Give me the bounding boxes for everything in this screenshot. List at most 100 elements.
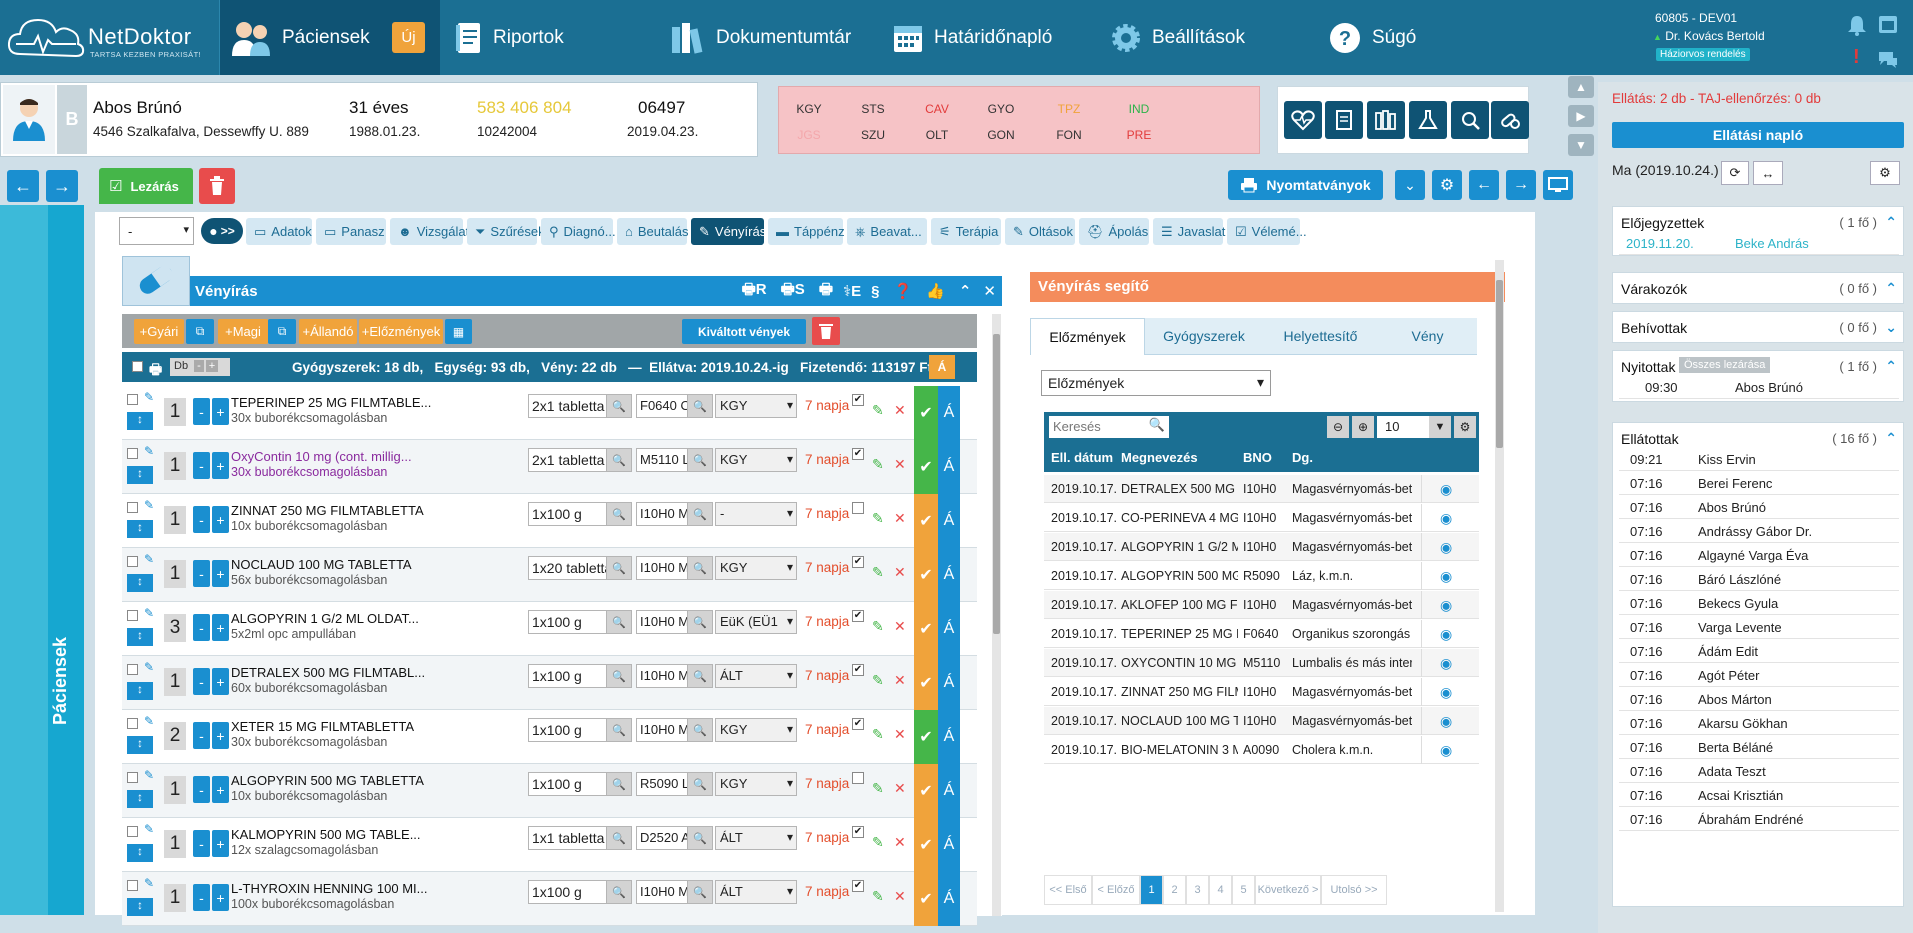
alert-icon[interactable]: ! bbox=[1853, 46, 1860, 69]
increment-button[interactable]: + bbox=[212, 560, 229, 587]
chevron-down-icon[interactable]: ⌄ bbox=[1885, 319, 1897, 336]
delete-visit-button[interactable] bbox=[199, 168, 235, 204]
decrement-button[interactable]: - bbox=[193, 398, 210, 425]
coverage-select[interactable]: ÁLT bbox=[715, 880, 797, 904]
tab-12[interactable]: ⛑ Ápolás bbox=[1079, 218, 1149, 245]
list-item[interactable]: 07:16 Acsai Krisztián bbox=[1619, 783, 1899, 807]
calendar-small-icon[interactable] bbox=[1878, 14, 1898, 34]
flag-olt[interactable]: OLT bbox=[907, 128, 967, 142]
coverage-select[interactable]: KGY bbox=[715, 556, 797, 580]
decrement-button[interactable]: - bbox=[193, 830, 210, 857]
flag-gyo[interactable]: GYO bbox=[971, 102, 1031, 116]
edit-icon[interactable]: ✎ bbox=[872, 618, 884, 635]
external-link-button[interactable]: ⧉ bbox=[186, 319, 214, 344]
table-row[interactable]: 2019.10.17.CO-PERINEVA 4 MG/1,2 I10H0 Maga… bbox=[1044, 504, 1479, 532]
increment-button[interactable]: + bbox=[212, 776, 229, 803]
edit-note-icon[interactable]: ✎ bbox=[144, 876, 154, 890]
back-button[interactable]: ← bbox=[7, 170, 39, 202]
bno-search-button[interactable]: 🔍 bbox=[687, 826, 713, 850]
delete-icon[interactable]: ✕ bbox=[894, 834, 906, 851]
nav-docs[interactable]: Dokumentumtár bbox=[670, 0, 851, 75]
page-button-6[interactable]: 4 bbox=[1209, 875, 1232, 905]
dispense-checkbox[interactable]: ✔ bbox=[852, 394, 864, 406]
view-icon[interactable]: ◉ bbox=[1440, 626, 1452, 643]
edit-note-icon[interactable]: ✎ bbox=[144, 498, 154, 512]
edit-note-icon[interactable]: ✎ bbox=[144, 768, 154, 782]
prescription-button[interactable] bbox=[1491, 101, 1529, 139]
table-row[interactable]: 2019.10.17.ALGOPYRIN 1 G/2 ML C I10H0 Maga… bbox=[1044, 533, 1479, 561]
flag-sts[interactable]: STS bbox=[843, 102, 903, 116]
delete-icon[interactable]: ✕ bbox=[894, 402, 906, 419]
care-log-button[interactable]: Ellátási napló bbox=[1612, 122, 1904, 148]
increment-button[interactable]: + bbox=[212, 506, 229, 533]
bno-search-button[interactable]: 🔍 bbox=[687, 880, 713, 904]
dose-search-button[interactable]: 🔍 bbox=[606, 610, 632, 634]
tab-3[interactable]: ☻ Vizsgálat bbox=[390, 218, 469, 245]
dose-search-button[interactable]: 🔍 bbox=[606, 718, 632, 742]
col-date[interactable]: Ell. dátum bbox=[1051, 450, 1113, 465]
drug-name[interactable]: ALGOPYRIN 500 MG TABLETTA bbox=[231, 773, 424, 788]
drug-name[interactable]: ALGOPYRIN 1 G/2 ML OLDAT... bbox=[231, 611, 419, 626]
dose-search-button[interactable]: 🔍 bbox=[606, 772, 632, 796]
decrement-button[interactable]: - bbox=[193, 668, 210, 695]
table-row[interactable]: 2019.10.17.NOCLAUD 100 MG TAE I10H0 Magasv… bbox=[1044, 707, 1479, 735]
chevron-up-icon[interactable]: ⌃ bbox=[1885, 214, 1897, 231]
flag-ind[interactable]: IND bbox=[1109, 102, 1169, 116]
move-handle[interactable]: ↕ bbox=[127, 412, 153, 430]
coverage-select[interactable]: EüK (EÜ1 bbox=[715, 610, 797, 634]
flag-jgs[interactable]: JGS bbox=[779, 128, 839, 142]
prescription-action-button[interactable]: Á bbox=[938, 440, 960, 494]
move-handle[interactable]: ↕ bbox=[127, 898, 153, 916]
section-preregistered[interactable]: Előjegyzettek ( 1 fő ) ⌃ 2019.11.20. Beke… bbox=[1612, 206, 1904, 256]
view-icon[interactable]: ◉ bbox=[1440, 568, 1452, 585]
tab-14[interactable]: ☑ Vélemé... bbox=[1227, 218, 1307, 245]
helper-scrollbar[interactable] bbox=[1495, 260, 1504, 912]
page-button-3[interactable]: 1 bbox=[1140, 875, 1163, 905]
tab-1[interactable]: ▭ Adatok bbox=[246, 218, 312, 245]
forward-button[interactable]: → bbox=[46, 170, 78, 202]
edit-icon[interactable]: ✎ bbox=[872, 510, 884, 527]
edit-icon[interactable]: ✎ bbox=[872, 834, 884, 851]
prescription-scrollbar[interactable] bbox=[992, 314, 1001, 916]
increment-button[interactable]: + bbox=[212, 884, 229, 911]
increment-button[interactable]: + bbox=[212, 398, 229, 425]
edit-note-icon[interactable]: ✎ bbox=[144, 390, 154, 404]
status-check-button[interactable]: ✔ bbox=[914, 872, 938, 926]
decrement-button[interactable]: - bbox=[193, 506, 210, 533]
scroll-down-button[interactable]: ▼ bbox=[1568, 134, 1594, 156]
increment-button[interactable]: + bbox=[212, 452, 229, 479]
list-item[interactable]: 07:16 Varga Levente bbox=[1619, 615, 1899, 639]
bno-search-button[interactable]: 🔍 bbox=[687, 772, 713, 796]
edit-icon[interactable]: ✎ bbox=[872, 564, 884, 581]
helper-tab-4[interactable]: Vény bbox=[1378, 318, 1477, 355]
move-handle[interactable]: ↕ bbox=[127, 844, 153, 862]
list-item[interactable]: 07:16 Algayné Varga Éva bbox=[1619, 543, 1899, 567]
move-handle[interactable]: ↕ bbox=[127, 790, 153, 808]
dose-search-button[interactable]: 🔍 bbox=[606, 448, 632, 472]
tab-11[interactable]: ✎ Oltások bbox=[1005, 218, 1075, 245]
next-button[interactable]: → bbox=[1506, 170, 1536, 200]
move-handle[interactable]: ↕ bbox=[127, 466, 153, 484]
chevron-up-icon[interactable]: ⌃ bbox=[959, 282, 972, 300]
edit-note-icon[interactable]: ✎ bbox=[144, 444, 154, 458]
decrement-button[interactable]: - bbox=[193, 776, 210, 803]
list-item[interactable]: 07:16 Ábrahám Endréné bbox=[1619, 807, 1899, 831]
delete-icon[interactable]: ✕ bbox=[894, 618, 906, 635]
bell-icon[interactable] bbox=[1847, 14, 1867, 36]
prescription-action-button[interactable]: Á bbox=[938, 602, 960, 656]
prescription-action-button[interactable]: Á bbox=[938, 764, 960, 818]
calendar-button[interactable]: ▦ bbox=[445, 319, 472, 344]
edit-icon[interactable]: ✎ bbox=[872, 456, 884, 473]
list-item[interactable]: 07:16 Ádám Edit bbox=[1619, 639, 1899, 663]
dispense-checkbox[interactable]: ✔ bbox=[852, 664, 864, 676]
prev-button[interactable]: ← bbox=[1469, 170, 1499, 200]
edit-note-icon[interactable]: ✎ bbox=[144, 660, 154, 674]
decrement-button[interactable]: - bbox=[193, 884, 210, 911]
list-item[interactable]: 07:16 Abos Márton bbox=[1619, 687, 1899, 711]
increment-button[interactable]: + bbox=[212, 614, 229, 641]
list-item[interactable]: 07:16 Berei Ferenc bbox=[1619, 471, 1899, 495]
flag-kgy[interactable]: KGY bbox=[779, 102, 839, 116]
add-factory-button[interactable]: +Gyári bbox=[134, 319, 184, 344]
status-check-button[interactable]: ✔ bbox=[914, 710, 938, 764]
tab-5[interactable]: ⚲ Diagnó... bbox=[541, 218, 616, 245]
